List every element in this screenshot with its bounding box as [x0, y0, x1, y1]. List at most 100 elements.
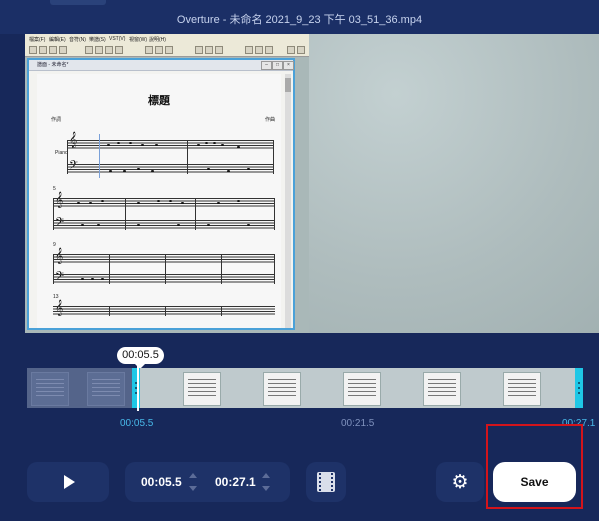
tool-icon: [145, 46, 153, 54]
trim-time-controls: 00:05.5 00:27.1: [125, 462, 290, 502]
note: [109, 170, 112, 172]
film-icon: [317, 472, 335, 492]
tool-icon: [29, 46, 37, 54]
frame-thumbnail: [183, 372, 221, 406]
note: [101, 278, 104, 280]
tool-icon: [115, 46, 123, 54]
composer-label: 作曲: [264, 117, 275, 123]
barline: [221, 306, 222, 316]
bass-staff: [67, 164, 273, 174]
barline: [274, 198, 275, 230]
document-title: 譜面 - 未命名*: [37, 62, 69, 68]
tool-icon: [245, 46, 253, 54]
tool-icon: [39, 46, 47, 54]
tool-icon: [49, 46, 57, 54]
note: [137, 202, 140, 204]
note: [247, 224, 250, 226]
playhead[interactable]: [137, 365, 139, 411]
note: [141, 144, 144, 146]
tool-icon: [165, 46, 173, 54]
note: [81, 224, 84, 226]
close-icon: ×: [283, 61, 294, 70]
vertical-scrollbar[interactable]: [285, 74, 291, 328]
end-time-stepper[interactable]: [261, 473, 271, 493]
note: [197, 144, 200, 146]
note: [155, 144, 158, 146]
bass-staff: [53, 274, 275, 284]
tool-icon: [255, 46, 263, 54]
menu-item: 音符(N): [69, 37, 86, 43]
gear-icon: ⚙: [451, 471, 469, 493]
system-barline: [53, 198, 54, 230]
frame-thumbnail: [87, 372, 125, 406]
note: [247, 168, 250, 170]
barline: [273, 140, 274, 174]
frame-thumbnail: [423, 372, 461, 406]
timeline-mid-label: 00:21.5: [341, 418, 375, 429]
tool-icon: [297, 46, 305, 54]
barline: [109, 254, 110, 284]
treble-staff: [53, 306, 275, 316]
document-titlebar: 譜面 - 未命名* – □ ×: [29, 60, 294, 71]
treble-staff: [67, 140, 273, 150]
grip-dot: [578, 382, 580, 384]
video-preview[interactable]: 檔案(F) 編輯(E) 音符(N) 樂譜(S) VST(V) 視窗(W) 說明(…: [25, 34, 599, 333]
split-button[interactable]: [306, 462, 346, 502]
play-button[interactable]: [27, 462, 109, 502]
start-time-field[interactable]: 00:05.5: [141, 475, 182, 489]
window-title: Overture - 未命名 2021_9_23 下午 03_51_36.mp4: [176, 14, 423, 26]
note: [207, 168, 210, 170]
tool-icon: [265, 46, 273, 54]
note: [237, 146, 240, 148]
tool-icon: [287, 46, 295, 54]
barline: [187, 140, 188, 174]
frame-thumbnail: [263, 372, 301, 406]
timeline-trimmed-region: [27, 368, 135, 408]
barline: [221, 254, 222, 284]
treble-staff: [53, 198, 275, 208]
app-header: Overture - 未命名 2021_9_23 下午 03_51_36.mp4: [0, 0, 599, 34]
end-time-field[interactable]: 00:27.1: [215, 475, 256, 489]
menu-item: 編輯(E): [49, 37, 66, 43]
score-app-toolbar: 檔案(F) 編輯(E) 音符(N) 樂譜(S) VST(V) 視窗(W) 說明(…: [25, 34, 309, 57]
start-time-stepper[interactable]: [188, 473, 198, 493]
note: [207, 224, 210, 226]
trim-end-handle[interactable]: [575, 368, 583, 408]
chevron-up-icon[interactable]: [189, 473, 197, 478]
note: [89, 202, 92, 204]
note: [77, 202, 80, 204]
score-page: 標題 作詞 作曲 Piano 𝄞 𝄢 5 𝄞 𝄢 9 𝄞 𝄢: [37, 74, 281, 328]
grip-dot: [578, 392, 580, 394]
minimize-icon: –: [261, 61, 272, 70]
note: [205, 142, 208, 144]
timeline-selected-region[interactable]: [135, 368, 577, 408]
system-barline: [53, 254, 54, 284]
frame-thumbnail: [343, 372, 381, 406]
chevron-down-icon[interactable]: [189, 486, 197, 491]
lyricist-label: 作詞: [51, 117, 62, 123]
scrollbar-thumb[interactable]: [285, 78, 291, 92]
top-tab[interactable]: [50, 0, 106, 5]
trim-timeline[interactable]: [27, 365, 583, 411]
note: [213, 142, 216, 144]
note: [137, 224, 140, 226]
note: [137, 168, 140, 170]
desktop-background: [309, 34, 599, 333]
note: [117, 142, 120, 144]
barline: [109, 306, 110, 316]
tool-icon: [205, 46, 213, 54]
note: [107, 144, 110, 146]
chevron-down-icon[interactable]: [262, 486, 270, 491]
frame-thumbnail: [503, 372, 541, 406]
tool-icon: [95, 46, 103, 54]
barline: [125, 198, 126, 230]
note: [169, 200, 172, 202]
chevron-up-icon[interactable]: [262, 473, 270, 478]
settings-button[interactable]: ⚙: [436, 462, 484, 502]
highlight-annotation: [486, 424, 583, 509]
score-document-window: 譜面 - 未命名* – □ × 標題 作詞 作曲 Piano 𝄞 𝄢 5 𝄞 𝄢: [27, 58, 295, 330]
score-title: 標題: [148, 94, 170, 107]
grip-dot: [578, 387, 580, 389]
play-icon: [64, 475, 75, 489]
note: [97, 224, 100, 226]
